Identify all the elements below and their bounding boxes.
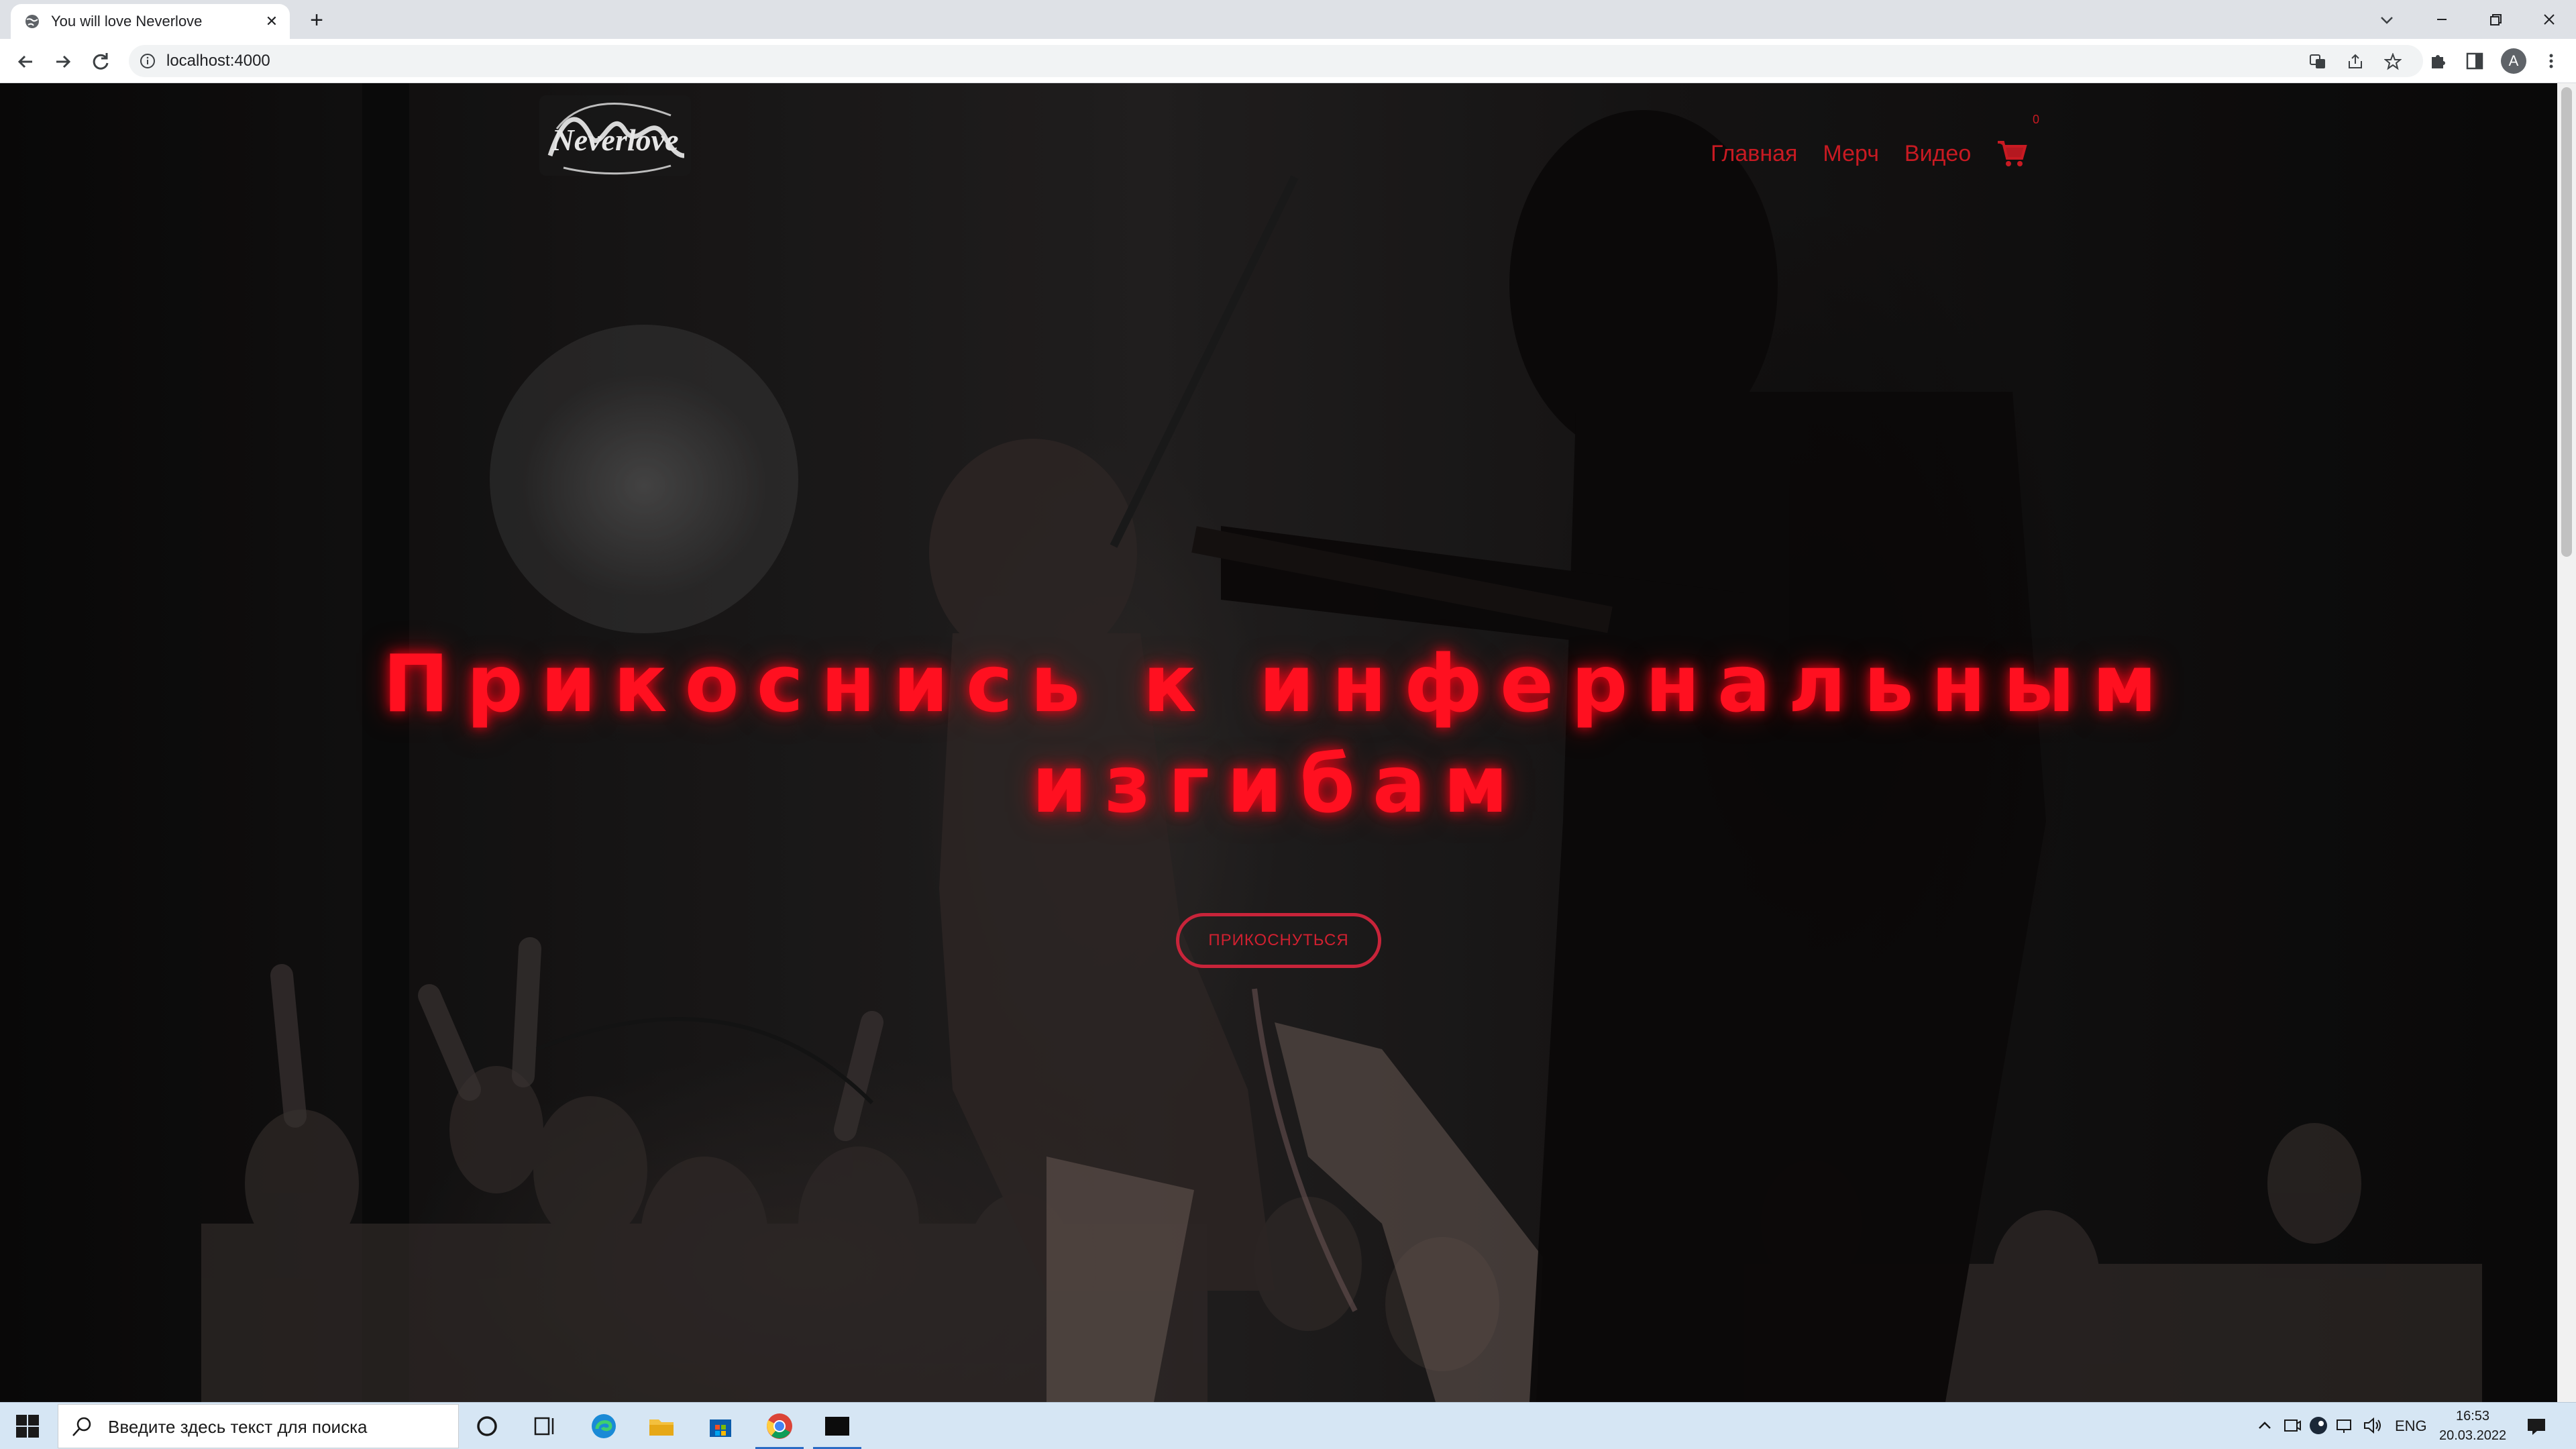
clock-date: 20.03.2022 [2439, 1428, 2507, 1443]
file-explorer-icon[interactable] [645, 1410, 678, 1442]
windows-start-icon[interactable] [15, 1413, 40, 1439]
hero-title: Прикоснись к инфернальным изгибам [201, 633, 2356, 835]
touch-cta-button[interactable]: ПРИКОСНУТЬСЯ [1176, 913, 1381, 968]
browser-tab-bar: You will love Neverlove ✕ + [0, 0, 2576, 39]
taskbar-clock[interactable]: 16:53 20.03.2022 [2439, 1407, 2506, 1446]
profile-avatar[interactable]: A [2501, 48, 2526, 74]
url-text[interactable]: localhost:4000 [166, 45, 270, 77]
svg-text:Neverlove: Neverlove [551, 123, 679, 157]
neverlove-logo[interactable]: Neverlove [537, 89, 694, 182]
show-hidden-icons-chevron-icon[interactable] [2254, 1415, 2275, 1436]
hero-title-line-1: Прикоснись к инфернальным [382, 637, 2175, 730]
extensions-puzzle-icon[interactable] [2428, 51, 2449, 71]
page-scrollbar[interactable] [2557, 83, 2576, 1402]
side-panel-icon[interactable] [2465, 51, 2485, 71]
notifications-icon[interactable] [2525, 1415, 2548, 1438]
site-navigation: Главная Мерч Видео [1711, 123, 2027, 184]
terminal-icon[interactable] [821, 1410, 853, 1442]
minimize-window-icon[interactable] [2415, 0, 2469, 39]
browser-toolbar: localhost:4000 A [0, 39, 2576, 83]
microsoft-store-icon[interactable] [704, 1410, 737, 1442]
site-info-icon[interactable] [140, 53, 156, 69]
chrome-icon[interactable] [763, 1410, 796, 1442]
close-tab-icon[interactable]: ✕ [263, 13, 280, 30]
volume-icon[interactable] [2361, 1415, 2383, 1436]
address-bar[interactable]: localhost:4000 [129, 45, 2423, 77]
nav-link-merch[interactable]: Мерч [1823, 141, 1879, 167]
page-viewport: Neverlove Главная Мерч Видео 0 Прикоснис… [0, 83, 2557, 1402]
restore-window-icon[interactable] [2469, 0, 2522, 39]
steam-icon[interactable] [2308, 1415, 2329, 1436]
browser-menu-icon[interactable] [2541, 51, 2561, 71]
forward-arrow-icon[interactable] [51, 50, 75, 74]
cortana-icon[interactable] [471, 1410, 503, 1442]
back-arrow-icon[interactable] [13, 50, 38, 74]
browser-tab[interactable]: You will love Neverlove ✕ [11, 4, 290, 39]
network-icon[interactable] [2334, 1415, 2356, 1436]
edge-browser-icon[interactable] [588, 1410, 620, 1442]
cart-count-badge: 0 [2033, 113, 2040, 126]
nav-link-home[interactable]: Главная [1711, 141, 1797, 167]
bookmark-star-icon[interactable] [2384, 53, 2402, 70]
globe-icon [25, 15, 39, 28]
meet-now-icon[interactable] [2281, 1415, 2302, 1436]
input-language-indicator[interactable]: ENG [2395, 1403, 2427, 1449]
new-tab-button[interactable]: + [305, 9, 329, 33]
taskbar-search-placeholder: Введите здесь текст для поиска [108, 1417, 368, 1437]
taskbar-search-box[interactable]: Введите здесь текст для поиска [58, 1404, 459, 1448]
share-icon[interactable] [2347, 53, 2364, 70]
nav-link-video[interactable]: Видео [1904, 141, 1971, 167]
reload-icon[interactable] [89, 50, 113, 74]
hero-title-line-2: изгибам [1031, 738, 1526, 830]
close-window-icon[interactable] [2522, 0, 2576, 39]
cart-icon[interactable] [1996, 138, 2027, 169]
task-view-icon[interactable] [529, 1410, 561, 1442]
windows-taskbar: Введите здесь текст для поиска ENG 16:53… [0, 1402, 2576, 1449]
clock-time: 16:53 [2455, 1409, 2490, 1424]
scrollbar-thumb[interactable] [2561, 87, 2572, 557]
search-icon [72, 1417, 91, 1436]
translate-icon[interactable] [2309, 53, 2326, 70]
tab-search-chevron-icon[interactable] [2375, 8, 2399, 32]
tab-title: You will love Neverlove [51, 13, 203, 30]
